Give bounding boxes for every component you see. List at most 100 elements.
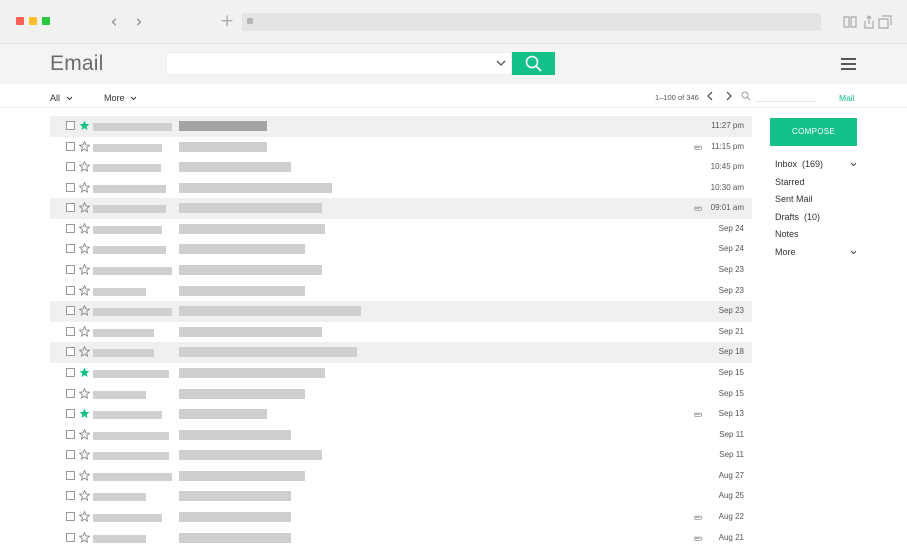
row-checkbox[interactable] xyxy=(66,532,75,542)
email-row[interactable]: 11:15 pm xyxy=(50,137,752,158)
row-checkbox[interactable] xyxy=(66,511,75,521)
previous-page-icon[interactable] xyxy=(706,91,714,101)
chevron-down-icon[interactable] xyxy=(850,161,857,168)
compose-button[interactable]: COMPOSE xyxy=(770,118,857,146)
star-icon[interactable] xyxy=(79,510,90,522)
email-row[interactable]: Sep 24 xyxy=(50,239,752,260)
star-icon[interactable] xyxy=(79,181,90,193)
email-row[interactable]: 09:01 am xyxy=(50,198,752,219)
mail-link[interactable]: Mail xyxy=(839,93,855,103)
back-arrow-icon[interactable]: ‹ xyxy=(106,13,122,31)
sidebar-item[interactable]: More xyxy=(775,246,859,264)
window-minimize-dot[interactable] xyxy=(29,17,37,25)
star-icon[interactable] xyxy=(79,346,90,358)
star-icon[interactable] xyxy=(79,408,90,419)
email-row[interactable]: Sep 15 xyxy=(50,363,752,384)
search-input[interactable] xyxy=(166,52,512,75)
menu-hamburger-icon[interactable] xyxy=(841,58,856,70)
sidebar-item[interactable]: Inbox (169) xyxy=(775,158,859,176)
email-row[interactable]: Sep 23 xyxy=(50,301,752,322)
star-icon[interactable] xyxy=(79,449,90,461)
row-checkbox[interactable] xyxy=(66,306,75,316)
tabs-overview-icon[interactable] xyxy=(878,15,892,29)
row-checkbox[interactable] xyxy=(66,285,75,295)
mail-search-field[interactable] xyxy=(755,101,817,102)
email-row[interactable]: Aug 27 xyxy=(50,466,752,487)
window-close-dot[interactable] xyxy=(16,17,24,25)
row-checkbox[interactable] xyxy=(66,388,75,398)
select-all-dropdown[interactable]: All xyxy=(50,93,73,103)
sidebar-item-label: Notes xyxy=(775,229,799,240)
email-row[interactable]: 10:30 am xyxy=(50,178,752,199)
row-checkbox[interactable] xyxy=(66,409,75,419)
email-row[interactable]: Sep 11 xyxy=(50,425,752,446)
sidebar-item[interactable]: Notes xyxy=(775,228,859,246)
reader-book-icon[interactable] xyxy=(843,15,857,29)
email-row[interactable]: Aug 25 xyxy=(50,486,752,507)
row-checkbox[interactable] xyxy=(66,326,75,336)
share-icon[interactable] xyxy=(862,15,876,29)
star-icon[interactable] xyxy=(79,264,90,276)
star-icon[interactable] xyxy=(79,120,90,131)
email-row[interactable]: 11:27 pm xyxy=(50,116,752,137)
row-checkbox[interactable] xyxy=(66,141,75,151)
address-bar[interactable] xyxy=(242,13,821,31)
row-checkbox[interactable] xyxy=(66,162,75,172)
new-tab-plus-icon[interactable]: + xyxy=(220,12,234,30)
row-checkbox[interactable] xyxy=(66,121,75,130)
row-checkbox[interactable] xyxy=(66,347,75,357)
row-checkbox[interactable] xyxy=(66,182,75,192)
paperclip-icon xyxy=(694,145,702,150)
email-row[interactable]: Sep 15 xyxy=(50,384,752,405)
sender-placeholder xyxy=(93,472,172,481)
star-icon[interactable] xyxy=(79,428,90,440)
chevron-down-icon[interactable] xyxy=(850,249,857,256)
sidebar-item[interactable]: Sent Mail xyxy=(775,193,859,211)
forward-arrow-icon[interactable]: › xyxy=(131,13,147,31)
email-row[interactable]: Sep 23 xyxy=(50,281,752,302)
email-row[interactable]: Sep 23 xyxy=(50,260,752,281)
star-icon[interactable] xyxy=(79,222,90,234)
email-row[interactable]: Sep 18 xyxy=(50,342,752,363)
star-icon[interactable] xyxy=(79,284,90,296)
email-row[interactable]: 10:45 pm xyxy=(50,157,752,178)
row-checkbox[interactable] xyxy=(66,491,75,501)
star-icon[interactable] xyxy=(79,202,90,214)
window-maximize-dot[interactable] xyxy=(42,17,50,25)
row-checkbox[interactable] xyxy=(66,450,75,460)
email-row[interactable]: Sep 24 xyxy=(50,219,752,240)
row-checkbox[interactable] xyxy=(66,367,75,377)
sidebar-item[interactable]: Drafts (10) xyxy=(775,211,859,229)
star-icon[interactable] xyxy=(79,490,90,502)
row-checkbox[interactable] xyxy=(66,244,75,254)
row-checkbox[interactable] xyxy=(66,203,75,213)
star-icon[interactable] xyxy=(79,243,90,255)
row-checkbox[interactable] xyxy=(66,223,75,233)
email-date: Aug 25 xyxy=(718,491,744,501)
chevron-down-icon[interactable] xyxy=(495,57,507,69)
row-checkbox[interactable] xyxy=(66,429,75,439)
star-icon[interactable] xyxy=(79,469,90,481)
next-page-icon[interactable] xyxy=(725,91,733,101)
sender-placeholder xyxy=(93,308,172,317)
email-row[interactable]: Aug 22 xyxy=(50,507,752,528)
star-icon[interactable] xyxy=(79,305,90,317)
subject-placeholder xyxy=(179,182,332,193)
row-checkbox[interactable] xyxy=(66,265,75,275)
star-icon[interactable] xyxy=(79,387,90,399)
star-icon[interactable] xyxy=(79,367,90,378)
search-icon[interactable] xyxy=(741,91,751,101)
star-icon[interactable] xyxy=(79,161,90,173)
email-row[interactable]: Sep 11 xyxy=(50,445,752,466)
more-actions-dropdown[interactable]: More xyxy=(104,93,137,103)
email-row[interactable]: Sep 21 xyxy=(50,322,752,343)
star-icon[interactable] xyxy=(79,531,90,543)
email-row[interactable]: Sep 13 xyxy=(50,404,752,425)
sidebar-item[interactable]: Starred xyxy=(775,176,859,194)
star-icon[interactable] xyxy=(79,140,90,152)
search-button[interactable] xyxy=(512,52,555,75)
email-row[interactable]: Aug 21 xyxy=(50,528,752,549)
row-checkbox[interactable] xyxy=(66,470,75,480)
subject-placeholder xyxy=(179,532,291,543)
star-icon[interactable] xyxy=(79,325,90,337)
